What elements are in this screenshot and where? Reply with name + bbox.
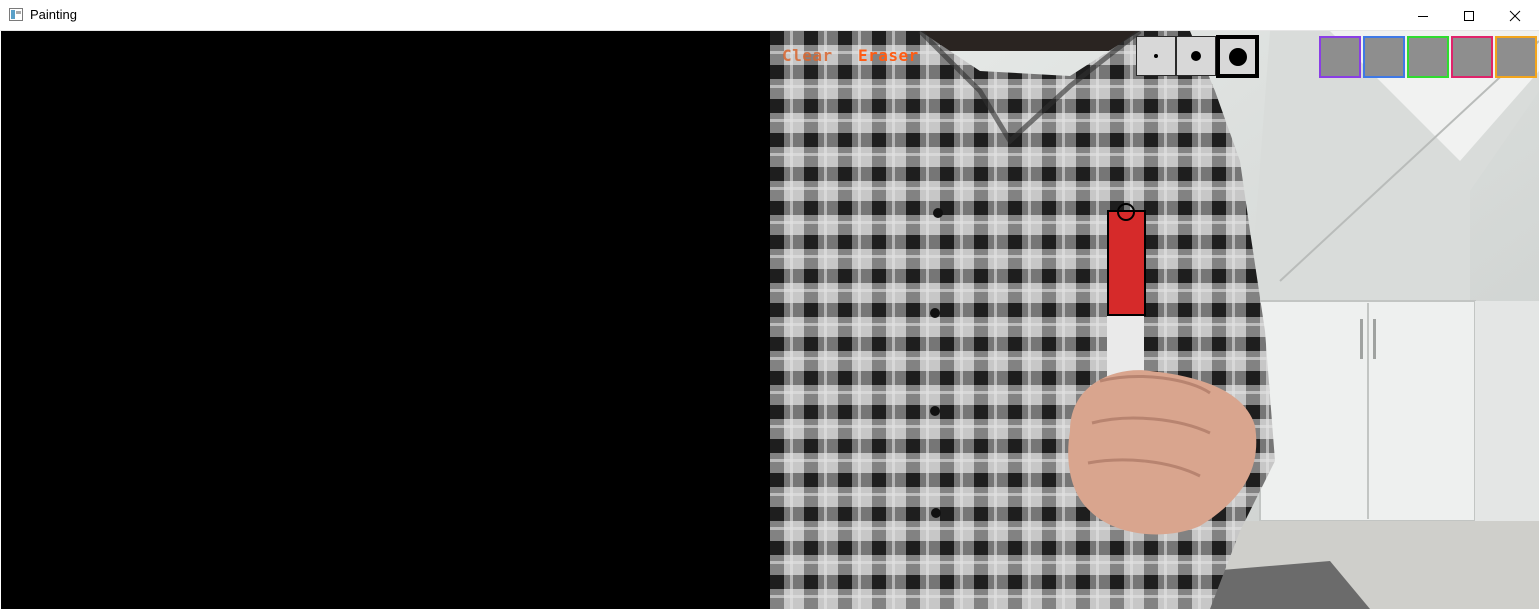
maximize-icon	[1464, 10, 1474, 21]
small-dot-icon	[1154, 54, 1158, 58]
window-content: Clear Eraser	[0, 31, 1539, 609]
webcam-image	[770, 31, 1539, 609]
brush-size-small-button[interactable]	[1136, 36, 1176, 76]
app-window-icon	[9, 8, 23, 21]
color-green-button[interactable]	[1407, 36, 1449, 78]
large-dot-icon	[1228, 47, 1247, 66]
color-purple-button[interactable]	[1319, 36, 1361, 78]
clear-button[interactable]: Clear	[782, 46, 833, 65]
eraser-button[interactable]: Eraser	[858, 46, 919, 65]
maximize-button[interactable]	[1446, 0, 1492, 31]
medium-dot-icon	[1191, 51, 1201, 61]
color-orange-button[interactable]	[1495, 36, 1537, 78]
brush-size-large-button[interactable]	[1216, 35, 1259, 78]
window-title: Painting	[30, 7, 77, 22]
title-bar: Painting	[0, 0, 1539, 31]
color-pink-button[interactable]	[1451, 36, 1493, 78]
close-button[interactable]	[1492, 0, 1538, 31]
minimize-icon	[1418, 15, 1428, 17]
close-icon	[1509, 10, 1521, 21]
paint-canvas[interactable]	[1, 31, 770, 609]
minimize-button[interactable]	[1400, 0, 1446, 31]
brush-size-medium-button[interactable]	[1176, 36, 1216, 76]
camera-feed: Clear Eraser	[770, 31, 1539, 609]
color-blue-button[interactable]	[1363, 36, 1405, 78]
